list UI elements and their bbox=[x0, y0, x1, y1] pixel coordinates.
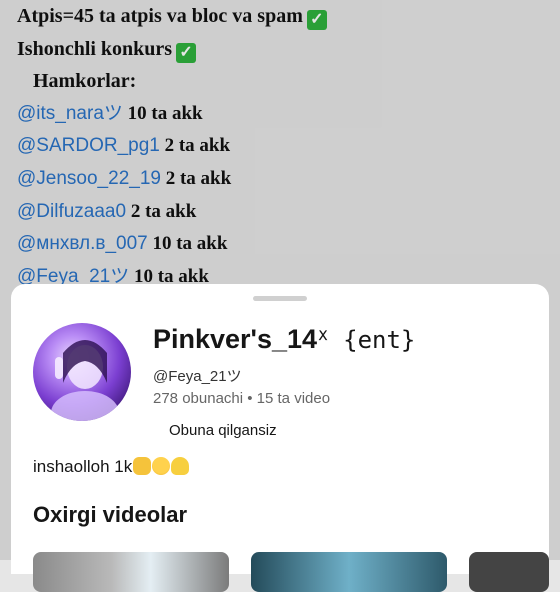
subscribed-button[interactable]: Obuna qilgansiz bbox=[153, 418, 293, 444]
avatar-image bbox=[51, 340, 119, 421]
profile-display-name: Pinkver's_14ᕽ {ent} bbox=[153, 324, 416, 354]
video-thumbnail[interactable] bbox=[469, 552, 549, 592]
profile-bio: inshaolloh 1k bbox=[33, 457, 190, 477]
video-thumbnail[interactable] bbox=[251, 552, 447, 592]
drag-handle[interactable] bbox=[253, 296, 307, 301]
profile-stats: 278 obunachi • 15 ta video bbox=[153, 390, 331, 407]
profile-username: @Feya_21ツ bbox=[153, 368, 242, 385]
recent-videos-title: Oxirgi videolar bbox=[33, 502, 188, 527]
video-thumbnail[interactable] bbox=[33, 552, 229, 592]
profile-bottom-sheet: Pinkver's_14ᕽ {ent} @Feya_21ツ 278 obunac… bbox=[11, 284, 549, 592]
heart-hands-icon bbox=[133, 457, 152, 475]
melting-face-icon bbox=[171, 457, 190, 475]
avatar[interactable] bbox=[33, 323, 131, 421]
pleading-face-icon bbox=[152, 457, 171, 475]
